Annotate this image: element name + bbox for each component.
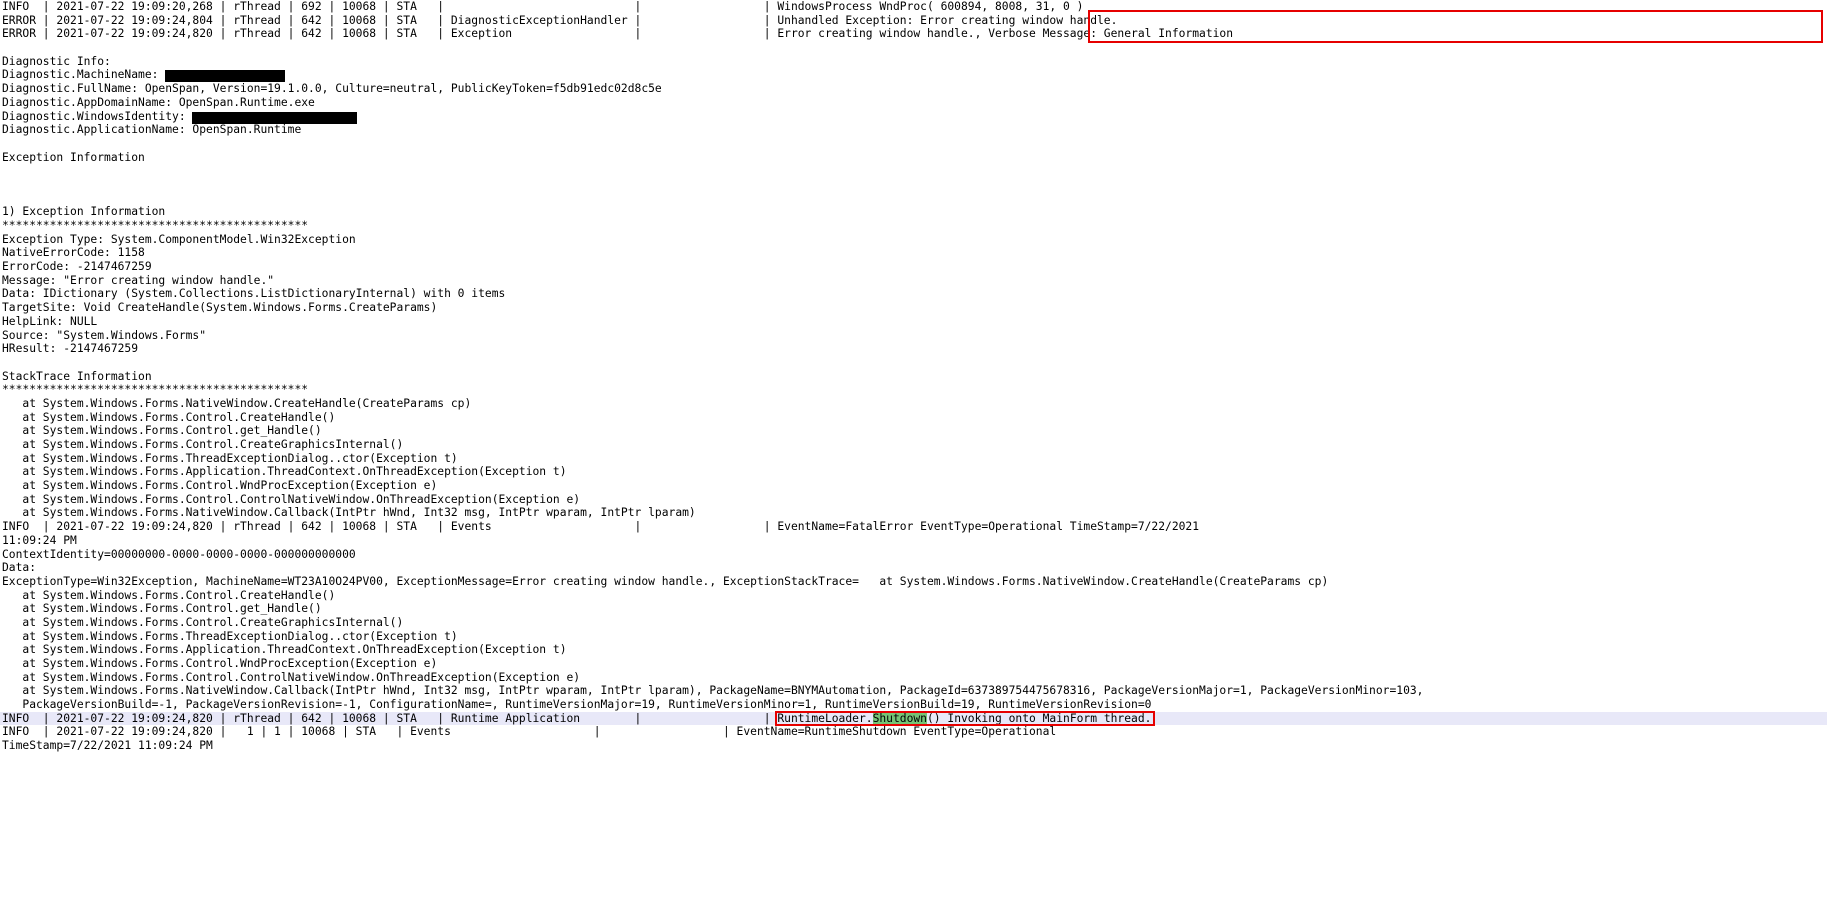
log-line: Diagnostic.ApplicationName: OpenSpan.Run… (2, 123, 302, 137)
log-line: at System.Windows.Forms.ThreadExceptionD… (2, 451, 458, 465)
log-line: PackageVersionBuild=-1, PackageVersionRe… (2, 698, 1152, 712)
log-line: INFO | 2021-07-22 19:09:24,820 | rThread… (2, 520, 1200, 534)
log-line: Exception Information (2, 150, 145, 164)
log-line: 1) Exception Information (2, 205, 166, 219)
log-line: at System.Windows.Forms.NativeWindow.Cre… (2, 396, 472, 410)
log-line: at System.Windows.Forms.ThreadExceptionD… (2, 629, 458, 643)
search-match-highlight: Shutdown (872, 711, 927, 725)
log-line: INFO | 2021-07-22 19:09:24,820 | 1 | 1 |… (2, 725, 1057, 739)
highlighted-log-line[interactable]: INFO | 2021-07-22 19:09:24,820 | rThread… (0, 711, 1827, 726)
log-line: at System.Windows.Forms.NativeWindow.Cal… (2, 506, 696, 520)
log-line: at System.Windows.Forms.Control.WndProcE… (2, 657, 438, 670)
log-line: Diagnostic.MachineName: (0, 68, 1827, 83)
log-line: HelpLink: NULL (2, 314, 98, 328)
log-line: ERROR | 2021-07-22 19:09:24,820 | rThrea… (2, 27, 1234, 41)
log-line: at System.Windows.Forms.Control.CreateHa… (2, 410, 336, 424)
log-output[interactable]: INFO | 2021-07-22 19:09:20,268 | rThread… (0, 0, 1827, 753)
log-line: at System.Windows.Forms.Control.WndProcE… (2, 479, 438, 493)
log-line: Source: "System.Windows.Forms" (2, 328, 207, 342)
log-line: HResult: -2147467259 (2, 342, 139, 356)
log-line: 11:09:24 PM (2, 533, 77, 547)
log-line: Diagnostic.FullName: OpenSpan, Version=1… (2, 82, 662, 96)
log-line: ContextIdentity=00000000-0000-0000-0000-… (2, 547, 356, 561)
log-line: ****************************************… (2, 383, 309, 397)
log-line: at System.Windows.Forms.Control.CreateHa… (2, 588, 336, 602)
log-line: at System.Windows.Forms.Control.CreateGr… (2, 438, 404, 451)
log-line: ExceptionType=Win32Exception, MachineNam… (2, 574, 1329, 588)
log-line: Data: (2, 561, 37, 575)
redacted-value (192, 111, 358, 124)
log-line: Diagnostic.AppDomainName: OpenSpan.Runti… (2, 95, 315, 109)
log-line: Diagnostic.WindowsIdentity: (0, 110, 1827, 124)
log-line: at System.Windows.Forms.Application.Thre… (2, 465, 567, 479)
log-line: at System.Windows.Forms.Control.CreateGr… (2, 615, 404, 629)
log-line: Diagnostic Info: (2, 54, 111, 68)
log-line: ErrorCode: -2147467259 (2, 260, 152, 274)
log-line: Data: IDictionary (System.Collections.Li… (2, 287, 506, 301)
log-line: INFO | 2021-07-22 19:09:20,268 | rThread… (2, 0, 1084, 13)
log-line: TimeStamp=7/22/2021 11:09:24 PM (2, 739, 213, 753)
log-line: at System.Windows.Forms.Control.ControlN… (2, 492, 581, 506)
log-line: at System.Windows.Forms.Application.Thre… (2, 643, 567, 657)
log-line: NativeErrorCode: 1158 (2, 246, 145, 260)
log-line: Exception Type: System.ComponentModel.Wi… (2, 232, 356, 246)
log-line: at System.Windows.Forms.Control.get_Hand… (2, 602, 322, 616)
log-line: TargetSite: Void CreateHandle(System.Win… (2, 301, 438, 315)
redacted-value (165, 70, 286, 83)
log-line: at System.Windows.Forms.NativeWindow.Cal… (2, 684, 1424, 698)
log-line: StackTrace Information (2, 369, 152, 383)
log-line: Message: "Error creating window handle." (2, 273, 275, 287)
log-line: at System.Windows.Forms.Control.get_Hand… (2, 424, 322, 438)
log-line: ****************************************… (2, 219, 309, 232)
log-line: ERROR | 2021-07-22 19:09:24,804 | rThrea… (2, 13, 1118, 27)
log-line: at System.Windows.Forms.Control.ControlN… (2, 670, 581, 684)
